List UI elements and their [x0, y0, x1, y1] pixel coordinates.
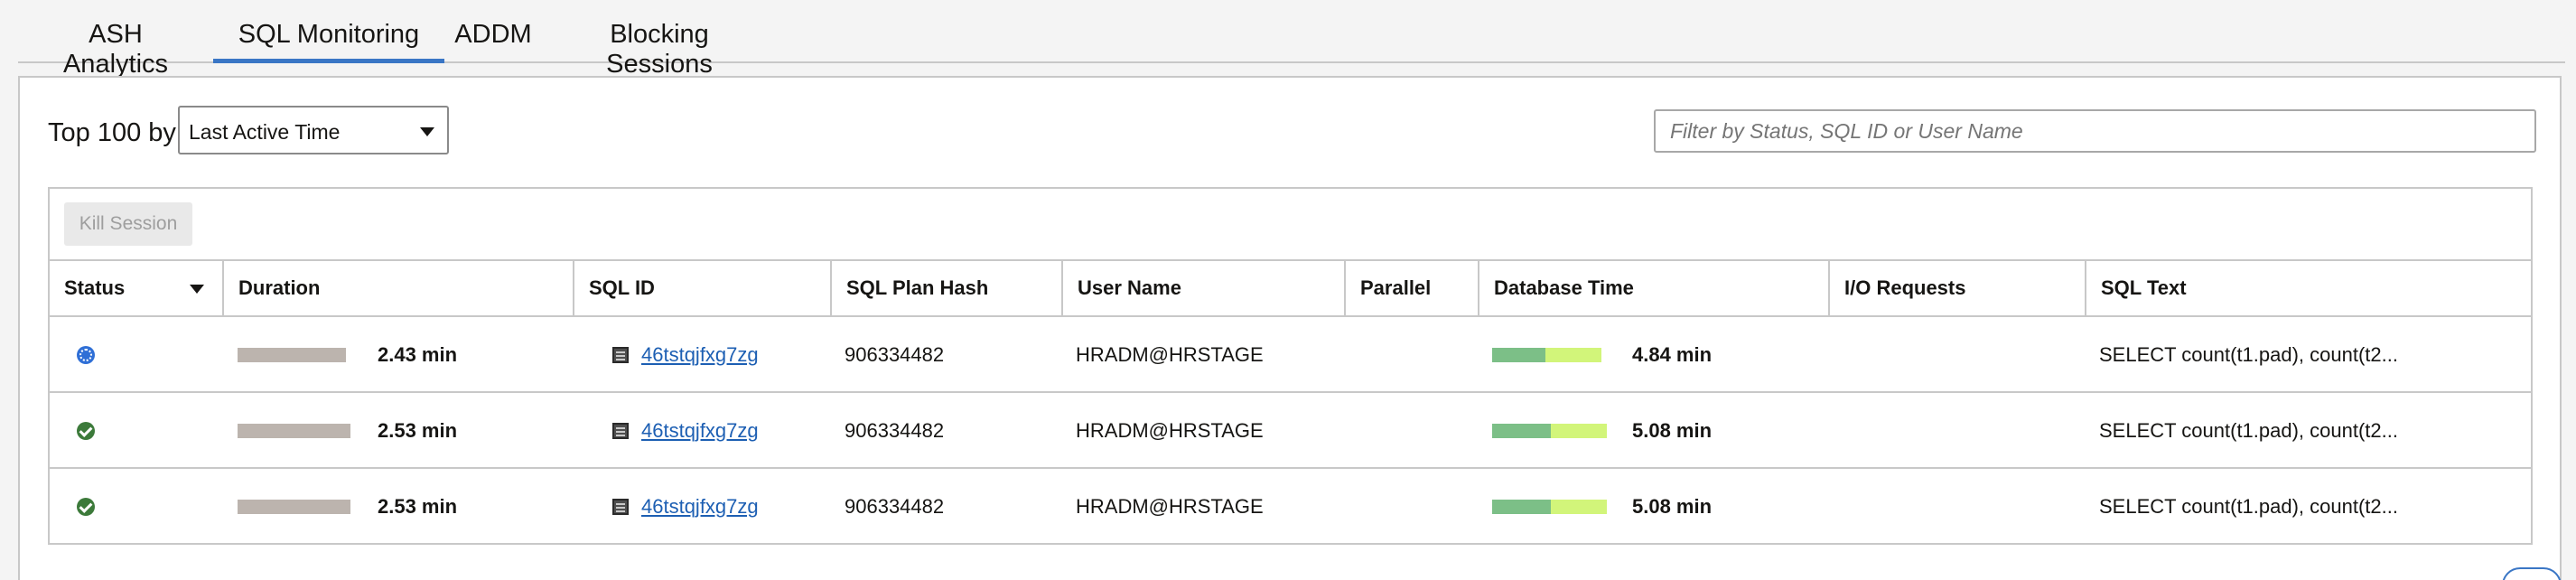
database-time-value: 5.08 min: [1632, 495, 1713, 518]
sql-monitoring-table: Kill Session Status Duration SQL ID SQL …: [48, 187, 2533, 545]
column-header-duration[interactable]: Duration: [224, 261, 574, 315]
tab-addm[interactable]: ADDM: [444, 20, 542, 61]
column-header-database-time[interactable]: Database Time: [1479, 261, 1830, 315]
running-spinner-icon: [77, 346, 95, 364]
filter-input[interactable]: [1654, 109, 2536, 153]
table-toolbar: Kill Session: [50, 189, 2531, 261]
database-time-bar: [1492, 500, 1607, 514]
sql-id-link[interactable]: 46tstqjfxg7zg: [641, 317, 759, 393]
duration-value: 2.43 min: [378, 343, 458, 366]
table-row[interactable]: 2.43 min 46tstqjfxg7zg 906334482 HRADM@H…: [50, 317, 2531, 393]
sql-monitoring-panel: Top 100 by Last Active Time Kill Session…: [18, 76, 2562, 580]
tab-sql-monitoring[interactable]: SQL Monitoring: [213, 20, 444, 63]
sort-by-value: Last Active Time: [189, 120, 341, 144]
sql-text: SELECT count(t1.pad), count(t2...: [2099, 343, 2398, 366]
tab-blocking-sessions[interactable]: Blocking Sessions: [555, 20, 764, 79]
database-time-value: 5.08 min: [1632, 419, 1713, 442]
db-wait-segment: [1551, 500, 1607, 514]
column-header-label: I/O Requests: [1844, 276, 1966, 299]
database-time-bar: [1492, 348, 1601, 362]
column-header-sql-plan-hash[interactable]: SQL Plan Hash: [832, 261, 1063, 315]
sql-text: SELECT count(t1.pad), count(t2...: [2099, 495, 2398, 518]
sql-plan-hash: 906334482: [845, 419, 945, 442]
column-header-label: SQL Text: [2101, 276, 2187, 299]
sql-details-icon[interactable]: [612, 347, 629, 363]
column-header-label: Duration: [238, 276, 321, 299]
db-cpu-segment: [1492, 500, 1551, 514]
sql-plan-hash: 906334482: [845, 343, 945, 366]
kill-session-button[interactable]: Kill Session: [64, 202, 192, 246]
user-name: HRADM@HRSTAGE: [1076, 343, 1264, 366]
sql-plan-hash: 906334482: [845, 495, 945, 518]
database-time-value: 4.84 min: [1632, 343, 1713, 366]
column-header-label: Database Time: [1494, 276, 1634, 299]
duration-value: 2.53 min: [378, 419, 458, 442]
check-circle-icon: [77, 498, 95, 516]
db-cpu-segment: [1492, 424, 1551, 438]
sort-by-select[interactable]: Last Active Time: [178, 106, 449, 154]
duration-value: 2.53 min: [378, 495, 458, 518]
user-name: HRADM@HRSTAGE: [1076, 495, 1264, 518]
column-header-parallel[interactable]: Parallel: [1346, 261, 1479, 315]
column-header-label: User Name: [1078, 276, 1181, 299]
column-header-label: Status: [64, 276, 126, 299]
table-row[interactable]: 2.53 min 46tstqjfxg7zg 906334482 HRADM@H…: [50, 393, 2531, 469]
sql-id-link[interactable]: 46tstqjfxg7zg: [641, 469, 759, 545]
column-header-sql-text[interactable]: SQL Text: [2086, 261, 2533, 315]
tab-ash-analytics[interactable]: ASH Analytics: [38, 20, 193, 79]
column-header-label: SQL ID: [589, 276, 655, 299]
sql-text: SELECT count(t1.pad), count(t2...: [2099, 419, 2398, 442]
db-wait-segment: [1545, 348, 1601, 362]
db-cpu-segment: [1492, 348, 1545, 362]
table-row[interactable]: 2.53 min 46tstqjfxg7zg 906334482 HRADM@H…: [50, 469, 2531, 545]
duration-bar: [238, 424, 350, 438]
chevron-down-icon: [420, 127, 434, 136]
check-circle-icon: [77, 422, 95, 440]
column-header-status[interactable]: Status: [50, 261, 224, 315]
column-header-sql-id[interactable]: SQL ID: [574, 261, 832, 315]
sort-caret-icon[interactable]: [190, 285, 204, 294]
column-header-io-requests[interactable]: I/O Requests: [1830, 261, 2086, 315]
column-header-label: SQL Plan Hash: [846, 276, 989, 299]
table-header: Status Duration SQL ID SQL Plan Hash Use…: [50, 261, 2531, 317]
column-header-label: Parallel: [1360, 276, 1432, 299]
column-header-user-name[interactable]: User Name: [1063, 261, 1346, 315]
sql-details-icon[interactable]: [612, 423, 629, 439]
help-button[interactable]: [2502, 567, 2562, 580]
sql-id-link[interactable]: 46tstqjfxg7zg: [641, 393, 759, 469]
tab-bar: ASH Analytics SQL Monitoring ADDM Blocki…: [18, 0, 2565, 79]
top-by-label: Top 100 by: [48, 118, 176, 147]
user-name: HRADM@HRSTAGE: [1076, 419, 1264, 442]
duration-bar: [238, 500, 350, 514]
database-time-bar: [1492, 424, 1607, 438]
db-wait-segment: [1551, 424, 1607, 438]
duration-bar: [238, 348, 346, 362]
sql-details-icon[interactable]: [612, 499, 629, 515]
